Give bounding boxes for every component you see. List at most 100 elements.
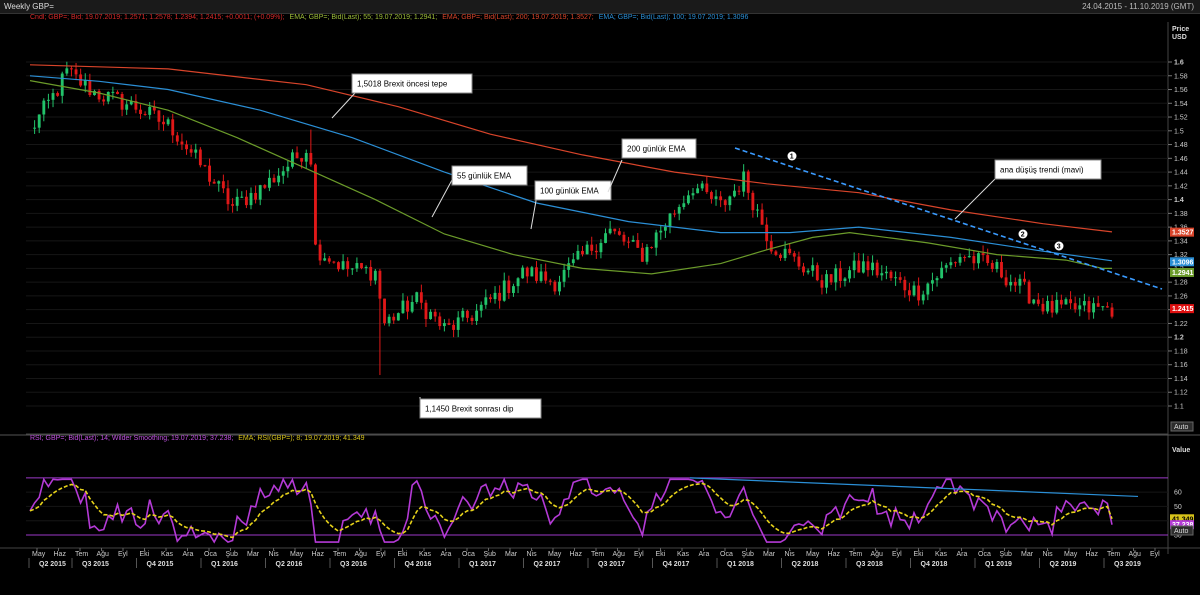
candle-body xyxy=(304,152,308,162)
candle-body xyxy=(990,263,994,269)
candle-body xyxy=(291,152,294,167)
candle-body xyxy=(1087,301,1091,313)
x-month-label: Eyl xyxy=(376,551,386,558)
candle-body xyxy=(198,149,202,166)
candle-body xyxy=(852,260,856,271)
candle-body xyxy=(194,149,198,153)
candle-body xyxy=(622,234,626,242)
price-tag-label: 1.3527 xyxy=(1172,230,1194,237)
chart-canvas: Cndl; GBP=; Bid; 19.07.2019; 1.2571; 1.2… xyxy=(0,14,1200,568)
x-month-label: Ağu xyxy=(1129,551,1142,558)
candle-body xyxy=(244,196,248,206)
candle-body xyxy=(696,188,700,194)
candle-body xyxy=(332,261,336,263)
candle-body xyxy=(954,262,957,264)
candle-body xyxy=(967,256,971,258)
y-tick-label: 1.46 xyxy=(1174,156,1188,163)
x-quarter-label: Q1 2017 xyxy=(469,561,496,568)
candle-body xyxy=(401,300,405,314)
candle-body xyxy=(337,262,340,270)
candle-body xyxy=(512,286,515,293)
x-month-label: Eki xyxy=(140,551,150,558)
candle-body xyxy=(1000,261,1003,278)
candle-body xyxy=(838,268,842,281)
candle-body xyxy=(369,266,373,281)
x-month-label: Kas xyxy=(677,551,690,558)
candle-body xyxy=(221,181,225,189)
candle-body xyxy=(51,93,55,100)
candle-body xyxy=(203,165,207,167)
x-quarter-label: Q2 2018 xyxy=(792,561,819,568)
legend-ema55: EMA; GBP=; Bid(Last); 55; 19.07.2019; 1.… xyxy=(290,14,438,21)
legend-rsi: RSI; GBP=; Bid(Last); 14; Wilder Smoothi… xyxy=(30,435,365,442)
candle-body xyxy=(949,262,953,266)
y-tick-label: 1.14 xyxy=(1174,376,1188,383)
x-month-label: Haz xyxy=(570,551,583,558)
candle-body xyxy=(594,250,598,253)
x-quarter-label: Q1 2019 xyxy=(985,561,1012,568)
candle-body xyxy=(525,267,529,277)
candle-body xyxy=(686,195,690,204)
candle-body xyxy=(433,311,437,317)
x-month-label: May xyxy=(32,551,46,558)
candle-body xyxy=(590,244,594,251)
candle-body xyxy=(120,94,124,110)
candle-body xyxy=(1110,307,1114,317)
candle-body xyxy=(935,278,939,281)
y-tick-label: 1.26 xyxy=(1174,293,1188,300)
x-quarter-label: Q3 2018 xyxy=(856,561,883,568)
candle-body xyxy=(1092,303,1096,313)
rsi-tick-label: 50 xyxy=(1174,504,1182,511)
candle-body xyxy=(74,69,78,75)
candle-body xyxy=(419,292,423,303)
candle-body xyxy=(825,274,828,288)
candle-body xyxy=(774,251,778,255)
candle-body xyxy=(700,183,704,189)
x-month-label: Mar xyxy=(505,551,518,558)
x-month-label: Mar xyxy=(763,551,776,558)
candle-body xyxy=(880,273,884,276)
candle-body xyxy=(410,302,414,312)
candle-body xyxy=(535,267,538,281)
candle-body xyxy=(548,280,552,282)
candle-body xyxy=(769,241,773,252)
candle-body xyxy=(378,270,382,299)
candle-body xyxy=(465,310,469,318)
candle-body xyxy=(1032,299,1036,304)
candle-body xyxy=(963,257,967,259)
candle-body xyxy=(544,271,548,281)
candle-body xyxy=(56,93,60,96)
candle-body xyxy=(185,144,188,150)
rsi-unit-label: Value xyxy=(1172,447,1190,454)
candle-body xyxy=(42,100,46,115)
candle-body xyxy=(1004,277,1008,286)
candle-body xyxy=(341,261,345,270)
x-month-label: Haz xyxy=(312,551,325,558)
price-unit-label: Price xyxy=(1172,26,1189,33)
candle-body xyxy=(981,253,985,256)
y-tick-label: 1.12 xyxy=(1174,390,1188,397)
candle-body xyxy=(571,259,575,264)
candle-body xyxy=(797,256,801,267)
candle-body xyxy=(1073,303,1077,310)
annotation-trend-label: ana düşüş trendi (mavi) xyxy=(1000,166,1084,175)
candle-body xyxy=(714,196,718,199)
candle-body xyxy=(627,241,630,243)
candle-body xyxy=(461,310,465,318)
auto-scale-label: Auto xyxy=(1174,424,1189,431)
candle-body xyxy=(636,239,640,248)
candle-body xyxy=(875,262,879,276)
candle-body xyxy=(267,177,271,188)
candle-body xyxy=(387,316,391,324)
touch-point-number: 1 xyxy=(790,154,794,161)
candle-body xyxy=(562,269,566,282)
candle-body xyxy=(254,192,258,200)
candle-body xyxy=(327,258,331,262)
legend-candles: Cndl; GBP=; Bid; 19.07.2019; 1.2571; 1.2… xyxy=(30,14,285,21)
x-month-label: Eyl xyxy=(634,551,644,558)
candle-body xyxy=(502,280,506,301)
candle-body xyxy=(788,248,792,254)
y-tick-label: 1.4 xyxy=(1174,197,1184,204)
candle-body xyxy=(995,261,999,269)
x-quarter-label: Q3 2019 xyxy=(1114,561,1141,568)
